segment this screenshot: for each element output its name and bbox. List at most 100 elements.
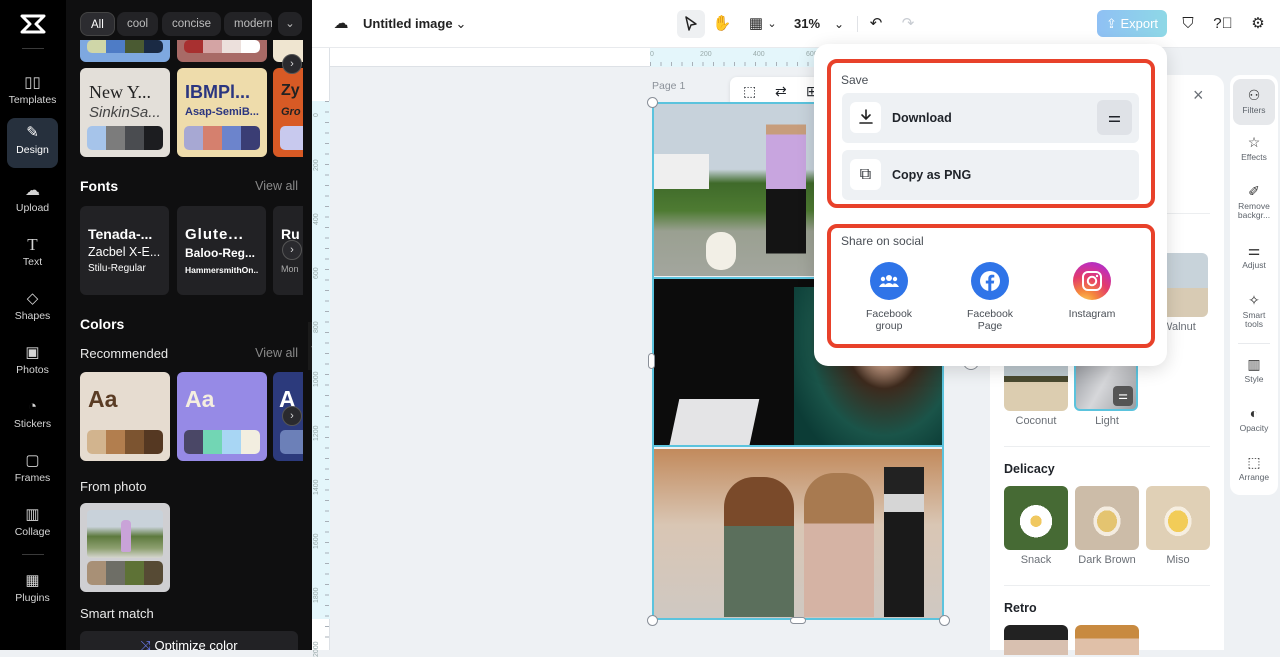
filter-label: Light xyxy=(1095,415,1119,427)
zoom-chevron-icon[interactable]: ⌄ xyxy=(832,10,846,38)
help-icon[interactable]: ?⃝ xyxy=(1213,10,1233,38)
share-facebook-page[interactable]: Facebook Page xyxy=(945,262,1035,332)
filter-thumb-retro[interactable] xyxy=(1075,625,1139,655)
tool-style[interactable]: ▥ Style xyxy=(1233,355,1275,384)
layout-icon[interactable]: ▦ xyxy=(746,10,766,38)
download-option[interactable]: Download ⚌ xyxy=(842,93,1139,143)
resize-handle-side[interactable] xyxy=(648,353,655,369)
resize-handle-side[interactable] xyxy=(790,617,806,624)
style-card-partial[interactable] xyxy=(80,40,170,62)
rail-item-plugins[interactable]: ▦ Plugins xyxy=(7,566,58,616)
cloud-sync-icon[interactable]: ☁ xyxy=(330,10,352,38)
rail-item-templates[interactable]: ▯▯ Templates xyxy=(7,68,58,118)
resize-handle[interactable] xyxy=(939,615,950,626)
undo-icon[interactable]: ↶ xyxy=(867,10,885,38)
chip-all[interactable]: All xyxy=(80,12,115,36)
select-tool-icon[interactable] xyxy=(677,10,705,38)
rail-item-design[interactable]: ✎ Design xyxy=(7,118,58,168)
style-next-button[interactable]: › xyxy=(282,54,302,74)
rail-item-shapes[interactable]: ◇ Shapes xyxy=(7,284,58,334)
colors-title: Colors xyxy=(80,316,125,332)
ruler-tick: 400 xyxy=(313,213,320,225)
replace-icon[interactable]: ⇄ xyxy=(775,83,787,100)
layout-chevron-icon[interactable]: ⌄ xyxy=(766,10,778,38)
chip-concise[interactable]: concise xyxy=(162,12,221,36)
rail-item-frames[interactable]: ▢ Frames xyxy=(7,446,58,496)
shield-icon[interactable]: ⛉ xyxy=(1178,10,1198,38)
zoom-level[interactable]: 31% xyxy=(794,16,820,31)
share-facebook-group[interactable]: Facebook group xyxy=(844,262,934,332)
swatch-color xyxy=(87,561,106,585)
filter-thumb-snack[interactable] xyxy=(1004,486,1068,550)
share-instagram[interactable]: Instagram xyxy=(1047,262,1137,320)
swatch-color xyxy=(222,430,241,454)
colors-view-all-link[interactable]: View all xyxy=(255,346,298,360)
tool-smart-tools[interactable]: ✧ Smart tools xyxy=(1233,291,1275,329)
rail-item-upload[interactable]: ☁ Upload xyxy=(7,176,58,226)
fonts-next-button[interactable]: › xyxy=(282,240,302,260)
divider xyxy=(1004,585,1210,586)
shuffle-icon: ⤨ xyxy=(140,638,155,650)
filter-label: Coconut xyxy=(1015,415,1057,427)
tool-remove-background[interactable]: ✐ Remove backgr... xyxy=(1233,182,1275,220)
divider xyxy=(1238,343,1270,344)
style-card[interactable]: Zy Gro xyxy=(273,68,303,157)
stickers-icon: ◔ xyxy=(27,398,38,415)
font-card[interactable]: Glute... Baloo-Reg... HammersmithOn... xyxy=(177,206,266,295)
from-photo-card[interactable] xyxy=(80,503,170,592)
text-icon: T xyxy=(27,235,38,254)
filter-thumb-miso[interactable] xyxy=(1146,486,1210,550)
tool-filters[interactable]: ⚇ Filters xyxy=(1233,79,1275,125)
optimize-color-button[interactable]: ⤨ Optimize color xyxy=(80,631,298,650)
collage-icon: ▥ xyxy=(25,506,40,523)
resize-handle[interactable] xyxy=(647,97,658,108)
chevron-down-icon: ⌄ xyxy=(285,18,295,30)
swatch-color xyxy=(87,126,106,150)
rail-item-photos[interactable]: ▣ Photos xyxy=(7,338,58,388)
rail-item-collage[interactable]: ▥ Collage xyxy=(7,500,58,550)
ruler-tick: 200 xyxy=(313,159,320,171)
arrange-icon: ⬚ xyxy=(1247,454,1261,470)
style-card[interactable]: New Y... SinkinSa... xyxy=(80,68,170,157)
export-button[interactable]: ⇪ Export xyxy=(1097,10,1167,37)
tool-effects[interactable]: ☆ Effects xyxy=(1233,133,1275,162)
chip-cool[interactable]: cool xyxy=(117,12,159,36)
fonts-view-all-link[interactable]: View all xyxy=(255,179,298,193)
color-swatch xyxy=(184,430,260,454)
export-popup: Save Download ⚌ ⧉ Copy as PNG Share on s… xyxy=(814,44,1167,366)
save-section-title: Save xyxy=(841,73,869,87)
smart-select-icon[interactable]: ⬚ xyxy=(743,83,756,100)
style-card[interactable]: IBMPl... Asap-SemiB... xyxy=(177,68,267,157)
rail-item-stickers[interactable]: ◔ Stickers xyxy=(7,392,58,442)
font-card[interactable]: Tenada-... Zacbel X-E... Stilu-Regular xyxy=(80,206,169,295)
chevron-right-icon: › xyxy=(290,244,294,256)
tool-adjust[interactable]: ⚌ Adjust xyxy=(1233,241,1275,270)
capcut-logo-icon[interactable] xyxy=(18,12,48,36)
resize-handle[interactable] xyxy=(647,615,658,626)
ruler-tick: 1600 xyxy=(313,533,320,549)
swatch-color xyxy=(125,561,144,585)
filter-thumb-retro[interactable] xyxy=(1004,625,1068,655)
settings-icon[interactable]: ⚙ xyxy=(1248,10,1268,38)
filter-adjust-icon[interactable]: ⚌ xyxy=(1113,386,1133,406)
rail-item-text[interactable]: T Text xyxy=(7,230,58,280)
title-dropdown-chevron-icon[interactable]: ⌄ xyxy=(454,10,468,38)
close-icon[interactable]: × xyxy=(1193,85,1204,106)
color-palette-card[interactable]: Aa xyxy=(177,372,267,461)
filter-thumb-dark-brown[interactable] xyxy=(1075,486,1139,550)
color-palette-card[interactable]: Aa xyxy=(80,372,170,461)
style-card-partial[interactable] xyxy=(177,40,267,62)
photo-two-women-vlogging[interactable] xyxy=(654,449,942,618)
document-title[interactable]: Untitled image xyxy=(363,16,453,31)
colors-next-button[interactable]: › xyxy=(282,406,302,426)
tool-arrange[interactable]: ⬚ Arrange xyxy=(1233,453,1275,482)
copy-as-png-option[interactable]: ⧉ Copy as PNG xyxy=(842,150,1139,200)
color-swatch xyxy=(280,430,303,454)
hand-tool-icon[interactable]: ✋ xyxy=(710,10,734,38)
tool-opacity[interactable]: ◐ Opacity xyxy=(1233,404,1275,433)
chip-modern[interactable]: modern xyxy=(224,12,272,36)
redo-icon[interactable]: ↷ xyxy=(899,10,917,38)
download-settings-icon[interactable]: ⚌ xyxy=(1097,100,1132,135)
color-swatch xyxy=(87,561,163,585)
chips-more-button[interactable]: ⌄ xyxy=(278,12,302,36)
